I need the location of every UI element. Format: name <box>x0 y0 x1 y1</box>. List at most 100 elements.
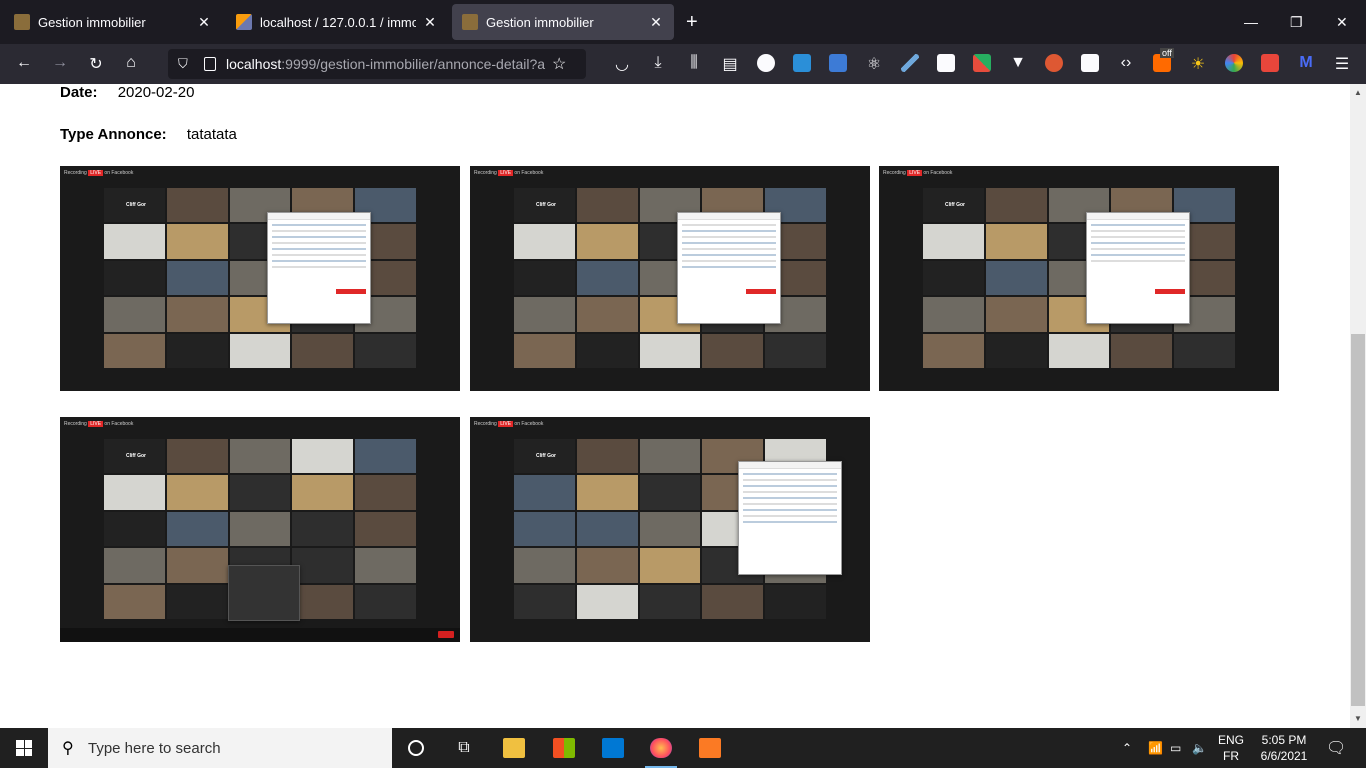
scrollbar-thumb[interactable] <box>1351 334 1365 706</box>
tab-phpmyadmin[interactable]: localhost / 127.0.0.1 / immobilie ✕ <box>226 4 448 40</box>
annonce-image-4[interactable]: Recording LIVE on Facebook Cliff Gor <box>60 417 460 642</box>
minimize-icon[interactable]: — <box>1244 14 1258 30</box>
chrome-colors-icon[interactable] <box>1225 54 1243 72</box>
page-content: Date: 2020-02-20 Type Annonce: tatatata … <box>0 84 1350 728</box>
type-annonce-field: Type Annonce: tatatata <box>60 126 237 143</box>
chat-window <box>267 212 371 324</box>
annonce-image-3[interactable]: Recording LIVE on Facebook Cliff Gor <box>879 166 1279 391</box>
reload-icon[interactable]: ↻ <box>86 54 106 74</box>
extension-m-icon[interactable]: M <box>1296 54 1316 72</box>
url-text[interactable]: localhost:9999/gestion-immobilier/annonc… <box>226 56 546 72</box>
site-favicon-icon <box>14 14 30 30</box>
annonce-image-2[interactable]: Recording LIVE on Facebook Cliff Gor <box>470 166 870 391</box>
taskbar-clock[interactable]: 5:05 PM 6/6/2021 <box>1252 732 1316 764</box>
pocket-icon[interactable]: ◡ <box>612 54 632 74</box>
file-explorer-icon[interactable] <box>490 728 538 768</box>
color-picker-icon[interactable] <box>901 54 919 72</box>
search-placeholder: Type here to search <box>88 739 221 757</box>
type-annonce-label: Type Annonce: <box>60 126 167 143</box>
page-info-icon[interactable] <box>204 57 216 71</box>
tab-gestion-immobilier-1[interactable]: Gestion immobilier ✕ <box>4 4 222 40</box>
extension-badge: off <box>1160 48 1174 58</box>
bookmark-star-icon[interactable]: ☆ <box>552 54 566 74</box>
date-field: Date: 2020-02-20 <box>60 84 194 101</box>
library-icon[interactable]: ⫼ <box>684 54 704 72</box>
extension-t-icon[interactable] <box>757 54 775 72</box>
clock-time: 5:05 PM <box>1261 733 1307 747</box>
close-tab-icon[interactable]: ✕ <box>648 14 664 31</box>
phpmyadmin-favicon-icon <box>236 14 252 30</box>
start-button[interactable] <box>0 728 48 768</box>
language-top: ENG <box>1217 733 1244 747</box>
vue-devtools-icon[interactable]: ▼ <box>1008 54 1028 72</box>
extension-red-icon[interactable] <box>1261 54 1279 72</box>
mail-icon[interactable] <box>589 728 637 768</box>
recording-indicator: Recording LIVE on Facebook <box>64 170 134 176</box>
extension-file-icon[interactable] <box>829 54 847 72</box>
tab-label: Gestion immobilier <box>486 14 594 30</box>
recording-indicator: Recording LIVE on Facebook <box>474 170 544 176</box>
language-bottom: FR <box>1223 749 1239 763</box>
scroll-up-icon[interactable]: ▲ <box>1350 88 1366 97</box>
tab-gestion-immobilier-active[interactable]: Gestion immobilier ✕ <box>452 4 674 40</box>
scroll-down-icon[interactable]: ▼ <box>1350 714 1366 723</box>
search-icon: ⚲ <box>62 740 74 757</box>
close-tab-icon[interactable]: ✕ <box>422 14 438 31</box>
end-meeting-button[interactable] <box>438 631 454 638</box>
browser-nav-bar: ← → ↻ ⌂ ⛉ localhost:9999/gestion-immobil… <box>0 44 1366 84</box>
tracking-shield-icon[interactable]: ⛉ <box>178 56 192 72</box>
xampp-icon[interactable] <box>686 728 734 768</box>
chat-window <box>1086 212 1190 324</box>
back-icon[interactable]: ← <box>14 54 34 72</box>
meeting-controls <box>60 628 460 642</box>
notifications-icon[interactable]: 🗨 <box>1326 728 1346 768</box>
windows-logo-icon <box>16 740 32 756</box>
clock-date: 6/6/2021 <box>1260 749 1308 763</box>
windows-taskbar: ⚲ Type here to search ⧉ ⌃ 📶 ▭ 🔈 ENG FR 5… <box>0 728 1366 768</box>
task-view-icon[interactable]: ⧉ <box>440 728 488 768</box>
chat-window <box>738 461 842 575</box>
annonce-image-1[interactable]: Recording LIVE on Facebook Cliff Gor <box>60 166 460 391</box>
battery-icon[interactable]: ▭ <box>1170 728 1181 768</box>
firefox-icon[interactable] <box>637 728 685 768</box>
network-icon[interactable]: 📶 <box>1148 728 1163 768</box>
show-hidden-icons[interactable]: ⌃ <box>1122 728 1132 768</box>
recording-indicator: Recording LIVE on Facebook <box>474 421 544 427</box>
site-favicon-icon <box>462 14 478 30</box>
home-icon[interactable]: ⌂ <box>121 54 141 72</box>
extension-code-icon[interactable] <box>937 54 955 72</box>
tab-label: Gestion immobilier <box>38 14 146 30</box>
downloads-icon[interactable]: ⤓ <box>648 54 668 72</box>
url-bar[interactable]: ⛉ localhost:9999/gestion-immobilier/anno… <box>168 49 586 79</box>
store-icon[interactable] <box>540 728 588 768</box>
forward-icon[interactable]: → <box>50 54 70 72</box>
volume-icon[interactable]: 🔈 <box>1192 728 1207 768</box>
chat-notification <box>228 565 300 621</box>
extension-x-icon[interactable] <box>973 54 991 72</box>
recording-indicator: Recording LIVE on Facebook <box>64 421 134 427</box>
cortana-icon[interactable] <box>392 728 440 768</box>
restore-icon[interactable]: ❐ <box>1290 14 1303 31</box>
chat-window <box>677 212 781 324</box>
browser-tab-bar: Gestion immobilier ✕ localhost / 127.0.0… <box>0 0 1366 44</box>
duckduckgo-icon[interactable] <box>1045 54 1063 72</box>
type-annonce-value: tatatata <box>186 126 237 143</box>
taskbar-search[interactable]: ⚲ Type here to search <box>48 728 392 768</box>
extension-devtools-icon[interactable]: ‹› <box>1116 54 1136 72</box>
date-label: Date: <box>60 84 98 101</box>
date-value: 2020-02-20 <box>117 84 195 101</box>
extension-t2-icon[interactable] <box>1081 54 1099 72</box>
react-devtools-icon[interactable]: ⚛ <box>864 54 884 74</box>
recording-indicator: Recording LIVE on Facebook <box>883 170 953 176</box>
annonce-image-5[interactable]: Recording LIVE on Facebook Cliff Gor <box>470 417 870 642</box>
dark-reader-icon[interactable]: ☀ <box>1188 54 1208 74</box>
page-scrollbar[interactable]: ▲ ▼ <box>1350 84 1366 728</box>
close-tab-icon[interactable]: ✕ <box>196 14 212 31</box>
sidebar-icon[interactable]: ▤ <box>720 54 740 74</box>
menu-icon[interactable]: ☰ <box>1332 54 1352 74</box>
tab-label: localhost / 127.0.0.1 / immobilie <box>260 14 416 30</box>
new-tab-button[interactable]: + <box>686 12 698 32</box>
close-window-icon[interactable]: ✕ <box>1336 14 1348 31</box>
extension-s-icon[interactable] <box>793 54 811 72</box>
language-indicator[interactable]: ENG FR <box>1216 732 1246 764</box>
